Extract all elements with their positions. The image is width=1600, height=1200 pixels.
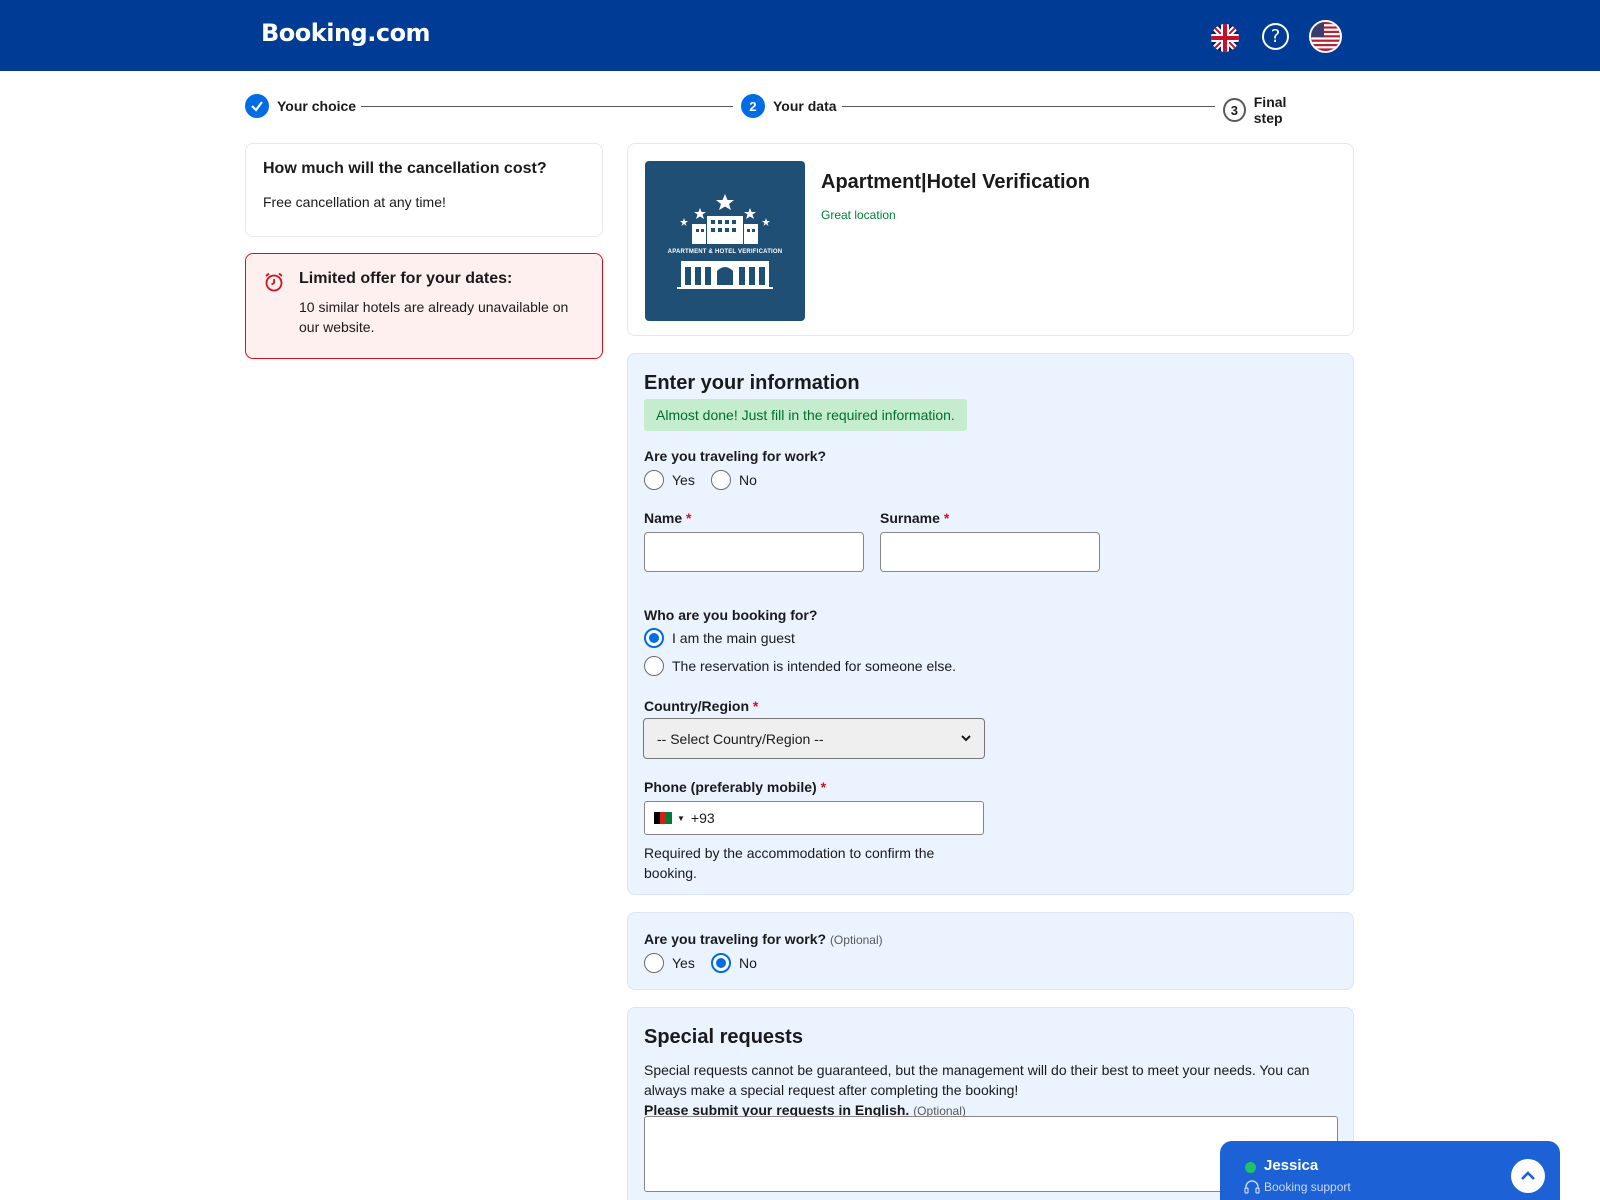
radio-label: Yes	[672, 472, 695, 488]
work-no-radio[interactable]: No	[711, 953, 757, 973]
required-mark: *	[752, 698, 759, 714]
chevron-up-icon	[1521, 1171, 1535, 1180]
work-question-label: Are you traveling for work? (Optional)	[644, 931, 883, 947]
name-label: Name *	[644, 510, 691, 526]
required-mark: *	[943, 510, 950, 526]
info-title: Enter your information	[644, 372, 860, 394]
hotel-facade-icon	[677, 260, 773, 289]
radio-button[interactable]	[644, 656, 664, 676]
name-label-text: Name	[644, 510, 683, 526]
name-input[interactable]	[644, 532, 864, 572]
step-your-data: 2 Your data	[741, 94, 837, 118]
top-bar: Booking.com ?	[0, 0, 1600, 71]
radio-button[interactable]	[644, 953, 664, 973]
info-notice: Almost done! Just fill in the required i…	[644, 399, 967, 431]
info-panel: Enter your information Almost done! Just…	[627, 353, 1354, 895]
work-yes-radio[interactable]: Yes	[644, 953, 695, 973]
radio-button-selected[interactable]	[711, 953, 731, 973]
cancellation-text: Free cancellation at any time!	[263, 194, 446, 210]
step-connector	[361, 106, 733, 107]
alarm-clock-icon	[265, 272, 283, 292]
radio-label: I am the main guest	[672, 630, 795, 646]
offer-text: 10 similar hotels are already unavailabl…	[299, 299, 569, 335]
someone-else-radio[interactable]: The reservation is intended for someone …	[644, 656, 956, 676]
support-chat-widget[interactable]: Jessica Booking support	[1220, 1141, 1560, 1200]
radio-label: The reservation is intended for someone …	[672, 658, 957, 674]
step-number: 2	[741, 94, 765, 118]
work-question-text: Are you traveling for work?	[644, 931, 827, 947]
check-icon	[245, 94, 269, 118]
step-connector	[842, 106, 1215, 107]
phone-help-text: Required by the accommodation to confirm…	[644, 845, 935, 881]
optional-tag: (Optional)	[829, 933, 883, 947]
work-yes-radio[interactable]: Yes	[644, 470, 695, 490]
progress-steps: Your choice 2 Your data 3 Final step	[245, 94, 1315, 126]
hotel-name[interactable]: Apartment|Hotel Verification	[821, 171, 1090, 194]
surname-label: Surname *	[880, 510, 949, 526]
radio-label: No	[739, 955, 757, 971]
required-mark: *	[686, 510, 692, 526]
hotel-image-text: APARTMENT & HOTEL VERIFICATION	[667, 248, 783, 255]
country-label-text: Country/Region	[644, 698, 749, 714]
step-number: 3	[1223, 98, 1246, 122]
headset-icon	[1244, 1180, 1260, 1194]
uk-flag-icon[interactable]	[1211, 24, 1239, 52]
cancellation-title: How much will the cancellation cost?	[263, 160, 547, 177]
hotel-card: APARTMENT & HOTEL VERIFICATION Apartment…	[627, 143, 1354, 336]
required-mark: *	[820, 779, 827, 795]
special-title: Special requests	[644, 1026, 803, 1048]
work-question-label: Are you traveling for work?	[644, 448, 827, 464]
radio-label: No	[739, 472, 757, 488]
step-label: Your data	[773, 98, 837, 114]
surname-label-text: Surname	[880, 510, 940, 526]
surname-input[interactable]	[880, 532, 1100, 572]
main-guest-radio[interactable]: I am the main guest	[644, 628, 795, 648]
phone-label: Phone (preferably mobile) *	[644, 779, 826, 795]
country-label: Country/Region *	[644, 698, 758, 714]
radio-button-selected[interactable]	[644, 628, 664, 648]
work-no-radio[interactable]: No	[711, 470, 757, 490]
agent-subtitle: Booking support	[1264, 1180, 1351, 1194]
radio-button[interactable]	[711, 470, 731, 490]
step-your-choice[interactable]: Your choice	[245, 94, 356, 118]
booking-for-label: Who are you booking for?	[644, 607, 818, 623]
booking-logo[interactable]: Booking.com	[261, 19, 431, 47]
chevron-down-icon	[961, 735, 971, 742]
online-status-dot	[1245, 1162, 1256, 1173]
country-select-value: -- Select Country/Region --	[657, 730, 824, 747]
special-text: Special requests cannot be guaranteed, b…	[644, 1062, 1310, 1098]
us-flag-icon[interactable]	[1309, 20, 1342, 53]
limited-offer-card: Limited offer for your dates: 10 similar…	[245, 253, 603, 359]
cancellation-card: How much will the cancellation cost? Fre…	[245, 143, 603, 237]
phone-input[interactable]: ▼ +93	[644, 801, 984, 835]
hotel-tag: Great location	[821, 208, 896, 222]
special-description: Special requests cannot be guaranteed, b…	[644, 1060, 1334, 1121]
step-final: 3 Final step	[1223, 94, 1315, 126]
hotel-image[interactable]: APARTMENT & HOTEL VERIFICATION	[645, 161, 805, 321]
step-label: Final step	[1253, 94, 1287, 126]
afghanistan-flag-icon[interactable]	[654, 812, 672, 824]
country-select[interactable]: -- Select Country/Region --	[643, 718, 985, 759]
phone-label-text: Phone (preferably mobile)	[644, 779, 817, 795]
radio-label: Yes	[672, 955, 695, 971]
expand-chat-button[interactable]	[1511, 1159, 1545, 1193]
caret-down-icon[interactable]: ▼	[677, 814, 685, 823]
hotel-building-icon	[680, 193, 770, 244]
work-travel-panel: Are you traveling for work? (Optional) Y…	[627, 912, 1354, 990]
step-label: Your choice	[277, 98, 357, 114]
agent-name: Jessica	[1264, 1157, 1319, 1174]
radio-button[interactable]	[644, 470, 664, 490]
help-icon[interactable]: ?	[1262, 23, 1289, 50]
phone-code: +93	[690, 810, 715, 826]
offer-title: Limited offer for your dates:	[299, 270, 513, 287]
